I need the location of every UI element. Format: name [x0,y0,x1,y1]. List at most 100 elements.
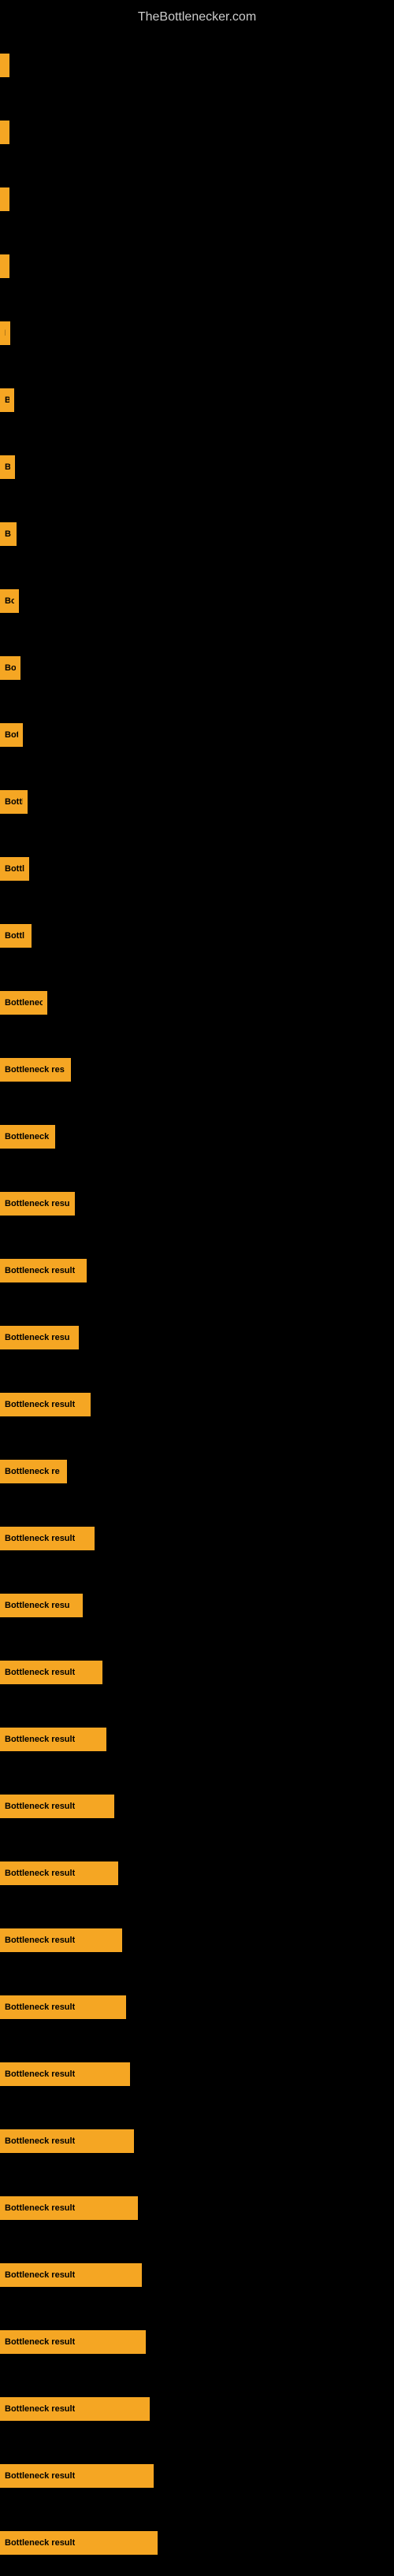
bar-label: Bottleneck [5,1132,49,1141]
bar-label: Bottleneck result [5,2069,75,2079]
bar: F [0,121,9,144]
bar-label: Bottleneck result [5,1802,75,1811]
bar-row: Bo [0,634,394,701]
bar-row: Bottleneck resu [0,1170,394,1237]
bar-label: Bottleneck re [5,1467,60,1476]
bar: E [0,321,10,345]
bar-row: Bottleneck result [0,2241,394,2308]
bar-row: E [0,165,394,232]
bar-row: Bottleneck result [0,1505,394,1572]
bar: B [0,455,15,479]
bar-label: B [5,529,11,539]
bar-row: Bottleneck result [0,1772,394,1839]
bar: Bottlenec [0,991,47,1015]
bar-row: B [0,232,394,299]
bar-row: Bottleneck result [0,2107,394,2174]
bar-row: Bottleneck res [0,1036,394,1103]
bar: Bottleneck result [0,1728,106,1751]
bar: Bottleneck result [0,2196,138,2220]
bar-label: Bottleneck result [5,2337,75,2347]
bar-label: Bottleneck resu [5,1333,70,1342]
bar: E [0,187,9,211]
bar-label: E [5,328,6,338]
bar: B [0,522,17,546]
bar-label: Bottleneck result [5,1534,75,1543]
bar-label: Bottleneck result [5,2203,75,2213]
bar-label: Bottleneck result [5,2404,75,2414]
bar: Bottleneck result [0,1861,118,1885]
bar: Bottl [0,924,32,948]
bar-row: Bottleneck re [0,1438,394,1505]
bar-label: Bottleneck result [5,1400,75,1409]
bar-label: Bot [5,730,18,740]
bar-label: Bottleneck result [5,1668,75,1677]
bar-row: Bottleneck result [0,2442,394,2509]
bar-label: Bottleneck resu [5,1199,70,1208]
bar: Bottleneck result [0,1995,126,2019]
bar-row: Bo [0,567,394,634]
bar: Bo [0,589,19,613]
bar: Bottleneck result [0,1259,87,1282]
bar: Bottleneck [0,1125,55,1149]
bar-row: Bottleneck result [0,2509,394,2576]
bar-label: Bottleneck result [5,1869,75,1878]
bar-row: Bottleneck resu [0,1572,394,1639]
bar: Bottleneck result [0,2397,150,2421]
bar-row: Bottl [0,902,394,969]
bar-row: Bottleneck [0,1103,394,1170]
bar: B [0,254,9,278]
bar-row: Bottleneck result [0,2375,394,2442]
bar-row: Bottlenec [0,969,394,1036]
bar-label: Bottleneck result [5,2003,75,2012]
bar-label: Bottleneck result [5,2136,75,2146]
site-title: TheBottlenecker.com [0,4,394,31]
bar-row: Bottleneck result [0,1906,394,1973]
bar-row: B [0,500,394,567]
bar: Bottleneck result [0,2464,154,2488]
bar-label: Bottlenec [5,998,43,1008]
bar: I [0,54,9,77]
bar-row: Bo [0,366,394,433]
bar: Bottleneck resu [0,1192,75,1216]
bar-row: Bottl [0,835,394,902]
bar-row: Bottleneck result [0,1839,394,1906]
bar-label: Bottleneck result [5,2471,75,2481]
bar-label: Bottleneck result [5,1936,75,1945]
bar: Bottleneck result [0,2330,146,2354]
bar: Bottleneck result [0,2531,158,2555]
bar-label: Bottleneck result [5,1735,75,1744]
bar: Bo [0,388,14,412]
bar-row: Bottleneck result [0,1973,394,2040]
bar: Bottl [0,857,29,881]
bar-label: Bottl [5,797,23,807]
bar-label: Bo [5,596,14,606]
bar: Bottleneck result [0,1795,114,1818]
bar-row: Bottleneck result [0,2040,394,2107]
bar: Bottleneck re [0,1460,67,1483]
bar-label: Bottleneck result [5,1266,75,1275]
bar: Bottleneck result [0,1661,102,1684]
bar: Bottleneck result [0,2062,130,2086]
bar-row: I [0,32,394,98]
bar-row: Bottleneck result [0,2174,394,2241]
bar-label: Bottl [5,931,24,941]
bar: Bo [0,656,20,680]
bar: Bottleneck result [0,1527,95,1550]
bar: Bottleneck resu [0,1326,79,1349]
bar-row: F [0,98,394,165]
bar-row: Bottleneck result [0,1639,394,1706]
bar: Bottleneck res [0,1058,71,1082]
bar-label: Bottleneck resu [5,1601,70,1610]
bar: Bottleneck result [0,2263,142,2287]
bar-row: Bottleneck result [0,1706,394,1772]
bar: Bottleneck result [0,1393,91,1416]
bar: Bottleneck result [0,1928,122,1952]
bar-row: Bottleneck result [0,1371,394,1438]
bars-container: I F E B E Bo B B Bo Bo Bot Bottl Bottl Bottl Bottlenec… [0,32,394,2576]
bar-row: Bottleneck resu [0,1304,394,1371]
bar: Bottl [0,790,28,814]
bar-label: Bo [5,663,16,673]
bar-row: E [0,299,394,366]
bar-label: B [5,462,10,472]
bar-label: Bottl [5,864,24,874]
